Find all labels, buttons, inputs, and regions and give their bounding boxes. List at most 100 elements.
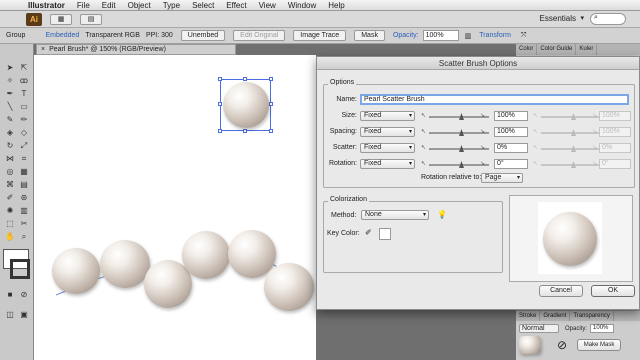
colorization-method-select[interactable]: None ▾ (361, 210, 429, 220)
tab-color[interactable]: Color (516, 44, 538, 55)
graph-tool-icon[interactable]: ▥ (17, 205, 31, 216)
pin-left-icon[interactable]: ↖ (421, 144, 426, 151)
pin-right-icon[interactable]: ↘ (480, 128, 485, 135)
pin-right-icon[interactable]: ↘ (480, 112, 485, 119)
make-mask-button[interactable]: Make Mask (577, 339, 622, 351)
app-menu[interactable]: Illustrator (22, 0, 71, 11)
width-tool-icon[interactable]: ⋈ (3, 153, 17, 164)
edit-original-button[interactable]: Edit Original (233, 30, 286, 41)
ok-button[interactable]: OK (591, 285, 635, 297)
blend-tool-icon[interactable]: ⊛ (17, 192, 31, 203)
artboard-tool-icon[interactable]: ⬚ (3, 218, 17, 229)
pin-left-icon[interactable]: ↖ (421, 112, 426, 119)
menu-help[interactable]: Help (322, 0, 350, 11)
eraser-tool-icon[interactable]: ◇ (17, 127, 31, 138)
pin-right-icon: ↘ (592, 161, 598, 167)
slice-tool-icon[interactable]: ✂ (17, 218, 31, 229)
spacing-method-select[interactable]: Fixed ▾ (360, 127, 415, 137)
name-label: Name: (336, 96, 357, 103)
gradient-tool-icon[interactable]: ▤ (17, 179, 31, 190)
paintbrush-tool-icon[interactable]: ✎ (3, 114, 17, 125)
menu-type[interactable]: Type (157, 0, 186, 11)
scale-tool-icon[interactable]: ⤢ (17, 140, 31, 151)
direct-selection-tool-icon[interactable]: ⇱ (17, 62, 31, 73)
close-tab-icon[interactable]: × (41, 46, 45, 53)
eyedropper-tool-icon[interactable]: ✐ (3, 192, 17, 203)
mesh-tool-icon[interactable]: ⌘ (3, 179, 17, 190)
tab-stroke[interactable]: Stroke (516, 311, 541, 321)
tips-lightbulb-icon[interactable]: 💡 (437, 210, 447, 219)
menu-file[interactable]: File (71, 0, 96, 11)
rotation-method-select[interactable]: Fixed ▾ (360, 159, 415, 169)
screen-mode-icon[interactable]: ▣ (17, 309, 31, 320)
menu-effect[interactable]: Effect (220, 0, 252, 11)
type-tool-icon[interactable]: T (17, 88, 31, 99)
menu-view[interactable]: View (253, 0, 282, 11)
align-icon[interactable]: ▥ (465, 32, 472, 40)
pin-left-icon: ↖ (533, 113, 539, 119)
unembed-button[interactable]: Unembed (180, 30, 226, 41)
perspective-grid-tool-icon[interactable]: ▦ (17, 166, 31, 177)
shape-builder-tool-icon[interactable]: ◎ (3, 166, 17, 177)
rotation-value-field[interactable]: 0° (494, 159, 528, 169)
chevron-down-icon[interactable]: ▾ (580, 14, 584, 22)
preview-area (538, 202, 602, 274)
search-input[interactable]: ⌕ (590, 13, 626, 25)
artboard-canvas[interactable] (34, 55, 316, 360)
brush-name-input[interactable]: Pearl Scatter Brush (360, 94, 629, 105)
rotate-tool-icon[interactable]: ↻ (3, 140, 17, 151)
menu-edit[interactable]: Edit (96, 0, 122, 11)
key-color-swatch[interactable] (379, 228, 391, 240)
blob-brush-tool-icon[interactable]: ◈ (3, 127, 17, 138)
pin-left-icon[interactable]: ↖ (421, 128, 426, 135)
size-value-field[interactable]: 100% (494, 111, 528, 121)
menu-window[interactable]: Window (282, 0, 322, 11)
tab-transparency[interactable]: Transparency (570, 311, 614, 321)
opacity-field[interactable]: 100% (590, 324, 615, 333)
scatter-method-select[interactable]: Fixed ▾ (360, 143, 415, 153)
pin-left-icon[interactable]: ↖ (421, 160, 426, 167)
chevron-down-icon: ▾ (422, 212, 426, 218)
mask-button[interactable]: Mask (354, 30, 385, 41)
embedded-link[interactable]: Embedded (45, 32, 79, 39)
menu-select[interactable]: Select (186, 0, 220, 11)
selection-tool-icon[interactable]: ➤ (3, 62, 17, 73)
transform-link[interactable]: Transform (479, 32, 511, 39)
rotation-relative-select[interactable]: Page ▾ (481, 173, 523, 183)
magic-wand-tool-icon[interactable]: ✧ (3, 75, 17, 86)
image-trace-button[interactable]: Image Trace (293, 30, 347, 41)
free-transform-tool-icon[interactable]: ⌗ (17, 153, 31, 164)
pencil-tool-icon[interactable]: ✏ (17, 114, 31, 125)
line-tool-icon[interactable]: ╲ (3, 101, 17, 112)
document-tab[interactable]: × Pearl Brush* @ 150% (RGB/Preview) (36, 44, 236, 55)
pen-tool-icon[interactable]: ✒ (3, 88, 17, 99)
spacing-value-field[interactable]: 100% (494, 127, 528, 137)
isolate-icon[interactable]: ⤧ (521, 32, 527, 40)
workspace-switcher[interactable]: Essentials (540, 14, 576, 23)
arrange-documents-button[interactable]: ▤ (80, 13, 102, 25)
bridge-button[interactable]: ▦ (50, 13, 72, 25)
pin-right-icon[interactable]: ↘ (480, 160, 485, 167)
eyedropper-icon[interactable]: ✐ (365, 228, 372, 237)
hand-tool-icon[interactable]: ✋ (3, 231, 17, 242)
symbol-sprayer-tool-icon[interactable]: ✺ (3, 205, 17, 216)
lasso-tool-icon[interactable]: ꝏ (17, 75, 31, 86)
tab-gradient[interactable]: Gradient (540, 311, 571, 321)
none-mode-icon[interactable]: ⊘ (17, 289, 31, 300)
rectangle-tool-icon[interactable]: ▭ (17, 101, 31, 112)
zoom-tool-icon[interactable]: ⌕ (17, 231, 31, 242)
color-mode-icon[interactable]: ■ (3, 289, 17, 300)
tab-kuler[interactable]: Kuler (576, 44, 598, 55)
cancel-button[interactable]: Cancel (539, 285, 583, 297)
opacity-link[interactable]: Opacity: (393, 32, 419, 39)
pin-right-icon[interactable]: ↘ (480, 144, 485, 151)
opacity-field[interactable]: 100% (422, 30, 459, 41)
scatter-value-field[interactable]: 0% (494, 143, 528, 153)
draw-normal-icon[interactable]: ◫ (3, 309, 17, 320)
size-method-select[interactable]: Fixed ▾ (360, 111, 415, 121)
blend-mode-select[interactable]: Normal (519, 324, 559, 333)
chevron-down-icon: ▾ (516, 175, 520, 181)
menu-object[interactable]: Object (122, 0, 157, 11)
stroke-swatch[interactable] (10, 259, 30, 279)
tab-color-guide[interactable]: Color Guide (537, 44, 577, 55)
